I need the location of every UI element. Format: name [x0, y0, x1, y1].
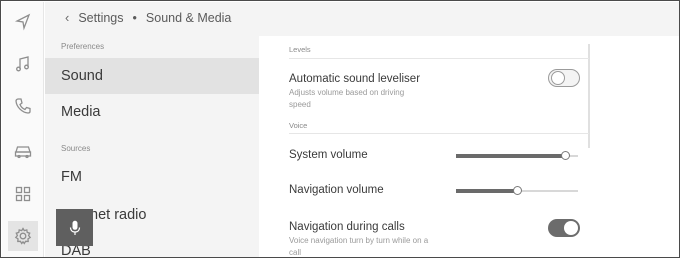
list-item-sound[interactable]: Sound — [45, 58, 259, 94]
toggle-knob — [551, 71, 565, 85]
navigation-volume-slider[interactable] — [456, 186, 578, 196]
voice-divider — [289, 133, 589, 134]
levels-divider — [289, 58, 589, 59]
app-frame: ‹ Settings • Sound & Media Preferences S… — [0, 0, 680, 258]
levels-section-label: Levels — [289, 45, 311, 54]
music-note-icon[interactable] — [11, 52, 35, 76]
breadcrumb-root[interactable]: Settings — [78, 11, 123, 25]
sources-section-label: Sources — [61, 144, 91, 153]
slider-thumb[interactable] — [560, 151, 570, 160]
nav-during-calls-description: Voice navigation turn by turn while on a… — [289, 236, 429, 257]
microphone-icon — [69, 220, 80, 235]
breadcrumb: ‹ Settings • Sound & Media — [65, 10, 231, 25]
list-item-fm[interactable]: FM — [45, 159, 259, 195]
panel-header-band — [259, 2, 679, 36]
navigation-arrow-icon[interactable] — [11, 10, 35, 34]
nav-rail — [2, 2, 44, 257]
voice-assistant-button[interactable] — [56, 209, 93, 246]
system-volume-slider[interactable] — [456, 151, 578, 161]
leveliser-description: Adjusts volume based on driving speed — [289, 88, 405, 109]
voice-section-label: Voice — [289, 121, 308, 130]
apps-grid-icon[interactable] — [11, 182, 35, 206]
leveliser-title: Automatic sound leveliser — [289, 73, 421, 85]
gear-icon[interactable] — [8, 221, 38, 251]
breadcrumb-current: Sound & Media — [145, 10, 232, 25]
nav-during-calls-toggle[interactable] — [548, 219, 580, 237]
leveliser-toggle[interactable] — [548, 69, 580, 87]
phone-icon[interactable] — [11, 94, 35, 118]
system-volume-title: System volume — [289, 149, 368, 161]
slider-thumb[interactable] — [513, 186, 522, 195]
chevron-left-icon[interactable]: ‹ — [65, 10, 69, 25]
car-icon[interactable] — [11, 138, 35, 162]
slider-fill — [456, 154, 565, 158]
list-item-media[interactable]: Media — [45, 94, 259, 130]
preferences-section-label: Preferences — [61, 42, 105, 51]
sound-settings-panel: Levels Automatic sound leveliser Adjusts… — [259, 2, 679, 257]
breadcrumb-separator: • — [132, 10, 137, 25]
toggle-knob — [564, 221, 578, 235]
slider-fill — [456, 189, 517, 193]
nav-during-calls-title: Navigation during calls — [289, 221, 405, 233]
navigation-volume-title: Navigation volume — [289, 184, 384, 196]
